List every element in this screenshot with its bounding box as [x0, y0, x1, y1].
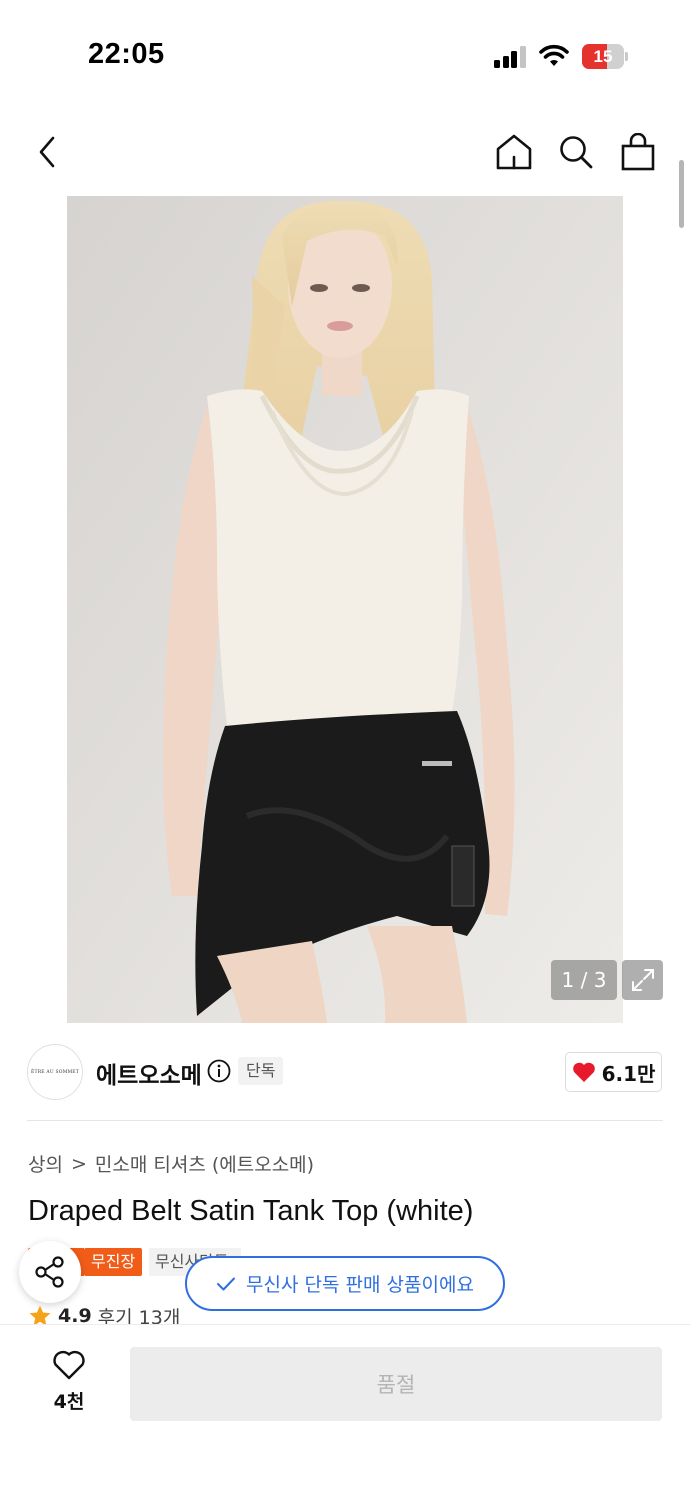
- search-icon: [560, 136, 593, 169]
- image-counter: 1 / 3: [551, 960, 617, 1000]
- bottom-action-bar: 4천 품절: [0, 1324, 690, 1500]
- expand-image-button[interactable]: [622, 960, 663, 1000]
- home-icon: [496, 134, 532, 170]
- product-image[interactable]: [67, 196, 623, 1023]
- product-photo: [67, 196, 623, 1023]
- home-button[interactable]: [492, 130, 536, 174]
- brand-row: ÊTRE AU SOMMET 에트오소메 단독 6.1만: [0, 1042, 690, 1102]
- info-icon[interactable]: [207, 1059, 231, 1083]
- share-button[interactable]: [19, 1241, 81, 1303]
- brand-like-count: 6.1만: [601, 1061, 656, 1086]
- wishlist-count: 4천: [53, 1391, 85, 1413]
- cart-button[interactable]: [616, 130, 660, 174]
- share-icon: [35, 1256, 64, 1288]
- search-button[interactable]: [554, 130, 598, 174]
- back-button[interactable]: [26, 130, 70, 174]
- tag-mujinjang: 무진장: [84, 1248, 143, 1276]
- divider: [27, 1120, 663, 1121]
- breadcrumb: 상의 > 민소매 티셔츠 (에트오소메): [28, 1150, 314, 1177]
- heart-filled-icon: [572, 1062, 595, 1082]
- sold-out-button[interactable]: 품절: [130, 1347, 662, 1421]
- toast-message: 무신사 단독 판매 상품이에요: [246, 1274, 474, 1296]
- scrollbar[interactable]: [679, 160, 684, 228]
- breadcrumb-category[interactable]: 상의: [28, 1150, 63, 1177]
- top-navigation: [0, 115, 690, 190]
- wifi-icon: [539, 44, 569, 66]
- chevron-left-icon: [39, 136, 55, 168]
- status-bar: 22:05 15: [0, 0, 690, 100]
- check-icon: [217, 1277, 236, 1290]
- shopping-bag-icon: [621, 133, 655, 171]
- product-title: Draped Belt Satin Tank Top (white): [28, 1195, 474, 1227]
- cellular-signal-icon: [494, 46, 526, 68]
- wishlist-button[interactable]: 4천: [36, 1349, 102, 1419]
- breadcrumb-separator: >: [70, 1152, 87, 1175]
- expand-icon: [631, 969, 654, 991]
- battery-percent: 15: [593, 47, 613, 66]
- battery-indicator: 15: [582, 44, 628, 69]
- brand-logo[interactable]: ÊTRE AU SOMMET: [27, 1044, 83, 1100]
- heart-outline-icon: [53, 1350, 85, 1380]
- status-time: 22:05: [88, 38, 165, 70]
- exclusive-badge: 단독: [238, 1057, 284, 1085]
- exclusive-toast: 무신사 단독 판매 상품이에요: [185, 1256, 505, 1311]
- brand-logo-text: ÊTRE AU SOMMET: [31, 1069, 79, 1075]
- brand-name[interactable]: 에트오소메: [96, 1056, 202, 1090]
- breadcrumb-subcategory[interactable]: 민소매 티셔츠 (에트오소메): [95, 1150, 314, 1177]
- brand-like-button[interactable]: 6.1만: [565, 1052, 662, 1092]
